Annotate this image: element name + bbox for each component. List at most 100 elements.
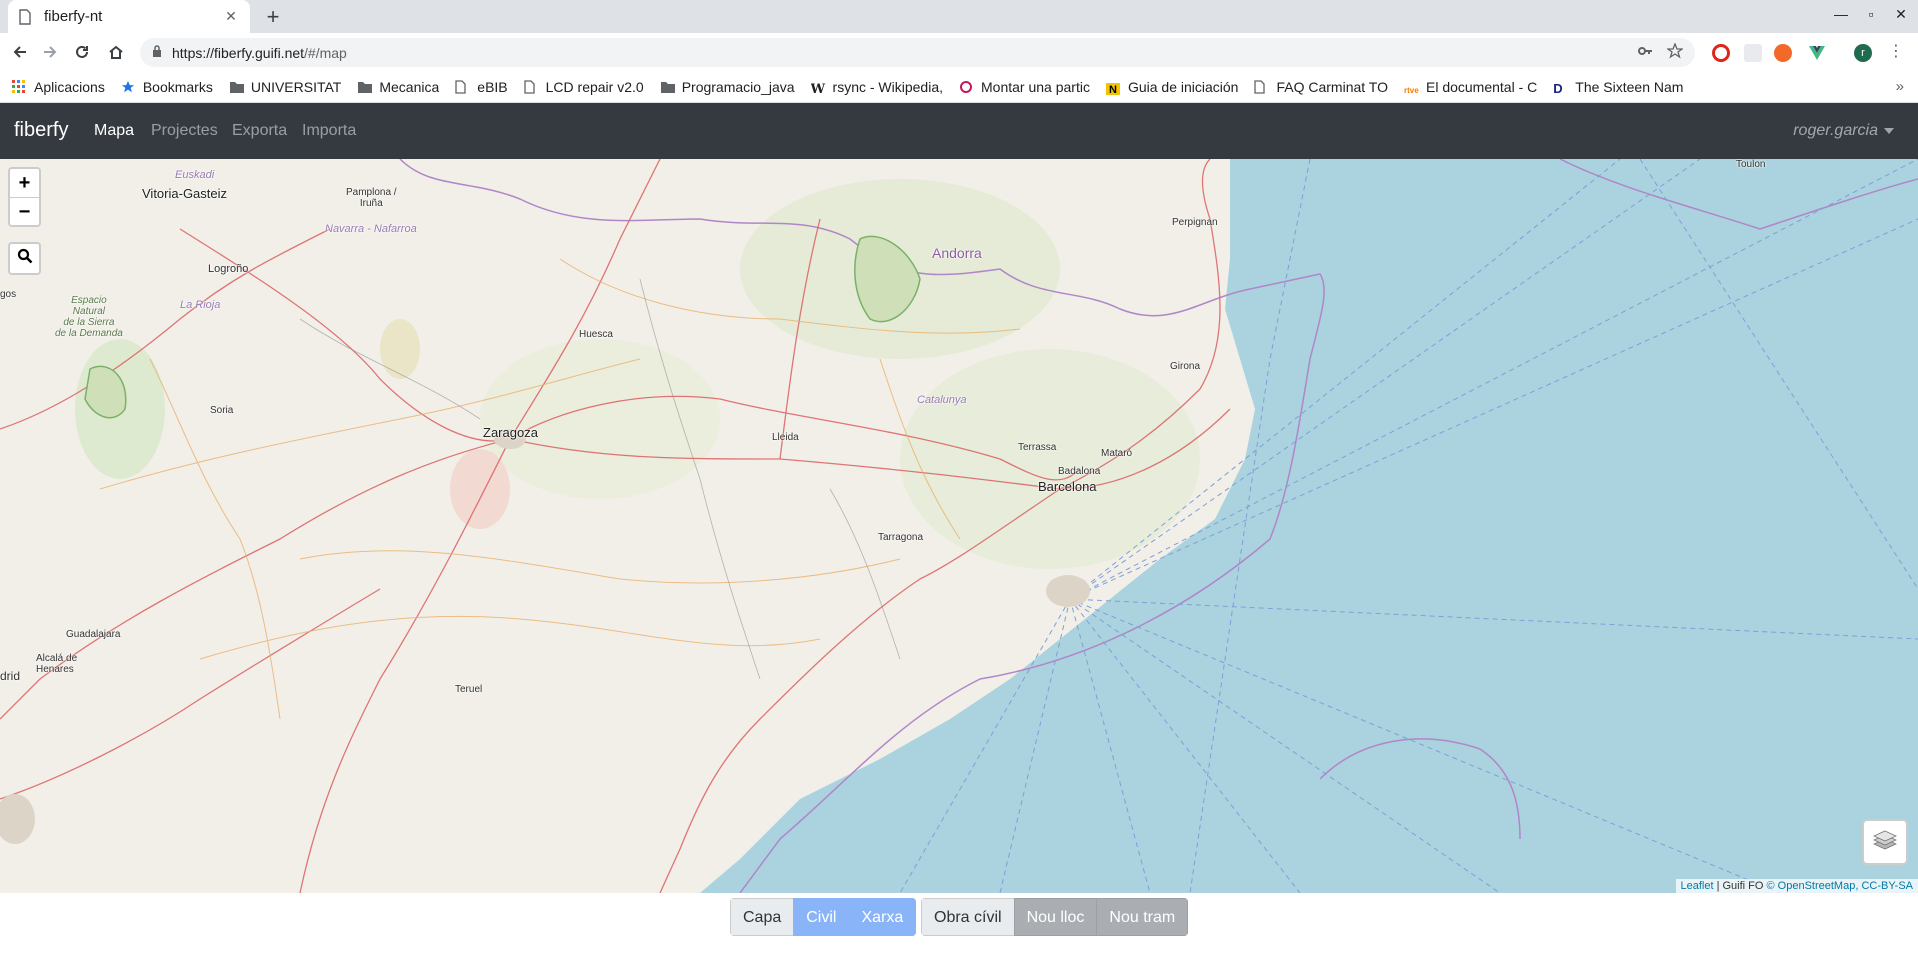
site-icon	[959, 80, 975, 94]
map-label: Lleida	[772, 432, 799, 443]
home-button[interactable]	[104, 41, 128, 63]
map-label: Soria	[210, 405, 234, 416]
wikipedia-icon: W	[810, 81, 826, 95]
osm-link[interactable]: © OpenStreetMap, CC-BY-SA	[1767, 880, 1913, 892]
bookmark-item[interactable]: LCD repair v2.0	[523, 78, 644, 95]
layers-icon	[1872, 827, 1898, 858]
bookmark-item[interactable]: rtve El documental - C	[1404, 79, 1537, 95]
bookmark-label: Aplicacions	[34, 78, 105, 95]
bookmark-item[interactable]: Programacio_java	[660, 79, 795, 95]
map-label: Huesca	[579, 329, 613, 340]
extension-icon[interactable]	[1744, 44, 1762, 62]
nou-lloc-button[interactable]: Nou lloc	[1013, 898, 1098, 936]
map-label: Badalona	[1058, 466, 1101, 477]
bookmark-item[interactable]: D The Sixteen Nam	[1553, 79, 1683, 95]
zoom-control: + −	[8, 167, 41, 227]
bookmarks-bar: Aplicacions Bookmarks UNIVERSITAT Mecanica e…	[0, 71, 1918, 103]
browser-tab[interactable]: fiberfy-nt ✕	[8, 0, 250, 33]
map-label: Girona	[1170, 361, 1201, 372]
map-label: drid	[0, 669, 21, 683]
bookmarks-overflow-icon[interactable]: »	[1896, 78, 1904, 95]
map-view[interactable]: Euskadi Vitoria-Gasteiz Pamplona / Iruña…	[0, 159, 1918, 893]
maximize-button[interactable]: ▫	[1856, 6, 1886, 22]
map-label: Perpignan	[1172, 217, 1218, 228]
bookmark-label: eBIB	[477, 78, 508, 95]
nou-tram-button[interactable]: Nou tram	[1096, 898, 1189, 936]
map-label: Espacio Natural de la Sierra de la Deman…	[55, 295, 123, 339]
nav-link-importa[interactable]: Importa	[302, 122, 356, 140]
bookmark-item[interactable]: eBIB	[455, 78, 508, 95]
page-icon	[523, 79, 540, 94]
zoom-in-button[interactable]: +	[10, 169, 39, 197]
map-label: Vitoria-Gasteiz	[142, 186, 228, 201]
bookmark-item[interactable]: Wrsync - Wikipedia,	[811, 79, 943, 95]
bookmark-label: LCD repair v2.0	[545, 78, 644, 95]
forward-button[interactable]	[38, 41, 62, 63]
map-label: Toulon	[1736, 159, 1766, 170]
key-icon[interactable]	[1637, 43, 1653, 64]
address-bar[interactable]: https://fiberfy.guifi.net/#/map	[140, 38, 1695, 67]
zoom-out-button[interactable]: −	[10, 197, 39, 225]
bottom-toolbar: Capa Civil Xarxa Obra cívil Nou lloc Nou…	[0, 893, 1918, 957]
vue-devtools-icon[interactable]	[1808, 44, 1826, 62]
capa-button[interactable]: Capa	[730, 898, 795, 936]
ublock-icon[interactable]	[1774, 44, 1792, 62]
bookmark-label: Programacio_java	[681, 78, 795, 95]
bookmark-label: rsync - Wikipedia,	[832, 78, 943, 95]
bookmark-item[interactable]: N Guia de iniciación	[1105, 79, 1238, 95]
bookmark-item[interactable]: Montar una partic	[959, 79, 1090, 95]
nav-link-exporta[interactable]: Exporta	[232, 122, 287, 140]
page-icon	[455, 79, 471, 94]
bookmark-item[interactable]: Bookmarks	[121, 79, 213, 95]
map-search-button[interactable]	[8, 242, 41, 275]
bookmark-item[interactable]: FAQ Carminat TO	[1254, 79, 1388, 95]
url-text: https://fiberfy.guifi.net/#/map	[172, 44, 347, 61]
bookmark-label: UNIVERSITAT	[250, 78, 342, 95]
layers-button[interactable]	[1862, 819, 1908, 865]
folder-icon	[357, 80, 373, 94]
star-icon[interactable]	[1666, 42, 1684, 64]
civil-button[interactable]: Civil	[793, 898, 850, 936]
d-logo-icon: D	[1553, 80, 1563, 95]
map-label: Barcelona	[1038, 479, 1097, 494]
rtve-icon: rtve	[1403, 85, 1419, 95]
new-tab-button[interactable]: +	[260, 4, 286, 30]
leaflet-link[interactable]: Leaflet	[1681, 880, 1714, 892]
reload-button[interactable]	[70, 41, 94, 63]
obra-civil-button[interactable]: Obra cívil	[921, 898, 1015, 936]
bookmark-item[interactable]: UNIVERSITAT	[229, 78, 342, 95]
page-icon	[1254, 79, 1270, 94]
map-tiles	[0, 159, 1918, 893]
close-icon[interactable]: ✕	[222, 8, 240, 25]
map-label: La Rioja	[180, 299, 221, 311]
caret-down-icon	[1884, 127, 1894, 134]
map-label: Logroño	[208, 263, 249, 275]
xarxa-button[interactable]: Xarxa	[848, 898, 917, 936]
opera-icon[interactable]	[1712, 44, 1730, 62]
browser-toolbar: https://fiberfy.guifi.net/#/map r ⋮	[0, 33, 1918, 71]
profile-avatar[interactable]: r	[1854, 44, 1872, 62]
minimize-button[interactable]: —	[1826, 6, 1856, 22]
bookmark-label: Mecanica	[379, 78, 440, 95]
bookmark-label: El documental - C	[1425, 78, 1538, 95]
user-menu[interactable]: roger.garcia	[1793, 122, 1894, 140]
n-logo-icon: N	[1105, 80, 1122, 95]
nav-link-projectes[interactable]: Projectes	[151, 122, 218, 140]
bookmark-item[interactable]: Mecanica	[357, 79, 439, 95]
bookmark-label: Bookmarks	[142, 78, 213, 95]
map-label: Tarragona	[878, 532, 924, 543]
window-close-button[interactable]: ✕	[1886, 6, 1916, 23]
menu-icon[interactable]: ⋮	[1888, 41, 1904, 61]
bookmark-item[interactable]: Aplicacions	[12, 79, 105, 95]
back-button[interactable]	[8, 41, 32, 63]
map-label: Mataró	[1101, 448, 1133, 459]
map-label: Catalunya	[917, 394, 967, 406]
folder-icon	[660, 80, 676, 94]
layer-button-group: Capa Civil Xarxa	[730, 898, 917, 936]
bookmark-label: The Sixteen Nam	[1575, 78, 1684, 95]
map-label: Guadalajara	[66, 629, 121, 640]
map-label: Pamplona / Iruña	[346, 187, 397, 209]
app-brand[interactable]: fiberfy	[14, 119, 68, 142]
folder-icon	[229, 80, 245, 94]
nav-link-mapa[interactable]: Mapa	[94, 122, 134, 140]
